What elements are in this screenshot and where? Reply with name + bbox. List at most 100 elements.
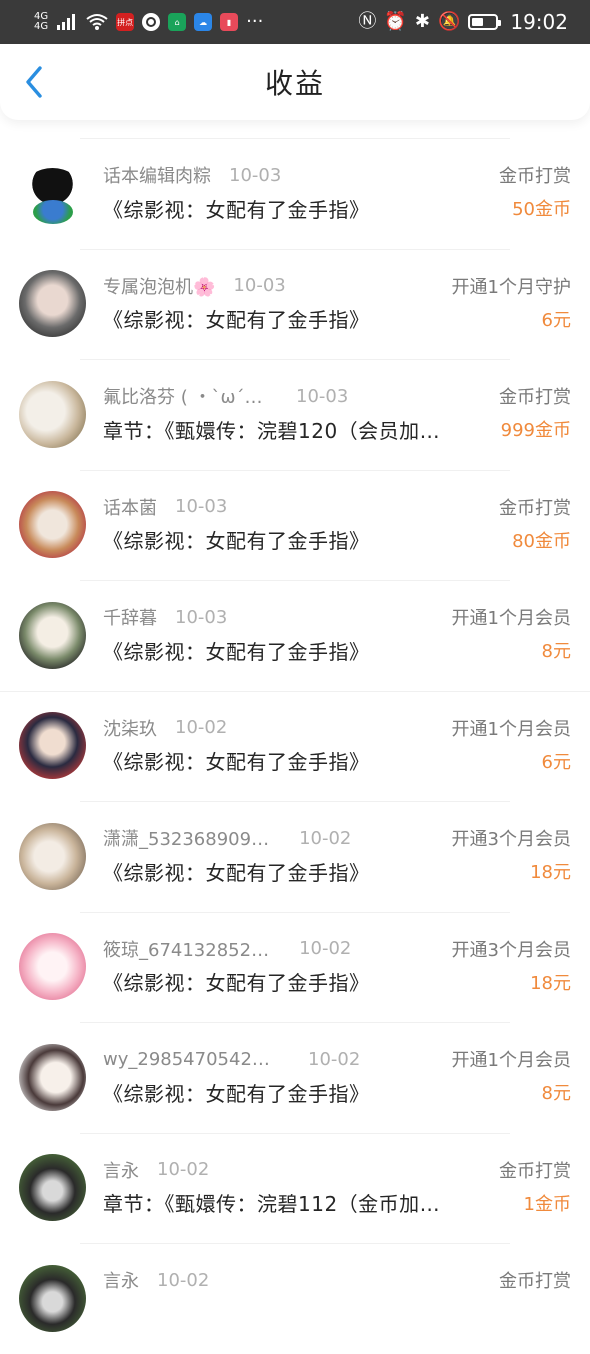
page-title: 收益 (264, 67, 325, 100)
book-title: 章节：《甄嬛传：浣碧120（会员加… (103, 418, 441, 443)
transaction-type: 金币打赏 (499, 1160, 571, 1182)
avatar[interactable] (19, 159, 86, 227)
date: 10-02 (157, 1159, 210, 1180)
avatar[interactable] (19, 822, 86, 890)
bluetooth-icon: ✱ (414, 11, 430, 32)
date: 10-02 (299, 938, 352, 959)
book-title: 《综影视：女配有了金手指》 (103, 971, 370, 995)
signal-icon (57, 14, 76, 30)
status-left: 4G 4G 拼点 ⌂ ☁ ▮ ··· (34, 12, 263, 32)
avatar[interactable] (19, 601, 86, 669)
divider (80, 359, 510, 360)
date: 10-02 (308, 1048, 361, 1070)
amount: 80金币 (512, 530, 571, 552)
list-item[interactable]: 言永 10-02 金币打赏 章节：《甄嬛传：浣碧112（金币加… 1金币 (0, 1132, 590, 1244)
avatar[interactable] (19, 380, 86, 448)
item-body: 专属泡泡机🌸 10-03 开通1个月守护 《综影视：女配有了金手指》 6元 (103, 273, 571, 339)
transaction-type: 开通1个月会员 (451, 1050, 571, 1071)
list-item[interactable]: 氟比洛芬 ( ・`ω´・)✧ 10-03 金币打赏 章节：《甄嬛传：浣碧120（会员… (0, 359, 590, 470)
item-body: 潇潇_532368909… 10-02 开通3个月会员 《综影视：女配有了金手指》 1… (103, 825, 571, 891)
app-icon (142, 13, 161, 31)
divider (80, 138, 510, 139)
app-icon: ⌂ (168, 13, 187, 31)
book-title: 《综影视：女配有了金手指》 (103, 1081, 370, 1106)
username: 氟比洛芬 ( ・`ω´・)✧ (103, 387, 278, 408)
avatar[interactable] (19, 491, 86, 559)
list-item[interactable]: wy_29854705429… 10-02 开通1个月会员 《综影视：女配有了金手指… (0, 1022, 590, 1133)
list-item[interactable]: 潇潇_532368909… 10-02 开通3个月会员 《综影视：女配有了金手指》 1… (0, 801, 590, 912)
avatar[interactable] (19, 1154, 86, 1222)
chevron-left-icon (26, 66, 42, 98)
item-body: 话本菌 10-03 金币打赏 《综影视：女配有了金手指》 80金币 (103, 494, 571, 560)
date: 10-03 (229, 164, 282, 186)
divider (80, 911, 510, 913)
username: 沈柒玖 (103, 718, 157, 740)
wifi-icon (86, 14, 108, 30)
book-title: 《综影视：女配有了金手指》 (103, 197, 370, 222)
list-item[interactable]: 沈柒玖 10-02 开通1个月会员 《综影视：女配有了金手指》 6元 (0, 690, 590, 802)
divider (80, 580, 510, 581)
list-item[interactable]: 筱琼_674132852… 10-02 开通3个月会员 《综影视：女配有了金手指》 1… (0, 911, 590, 1023)
book-title: 章节：《甄嬛传：浣碧112（金币加… (103, 1192, 441, 1216)
app-icon: 拼点 (116, 13, 135, 31)
date: 10-03 (175, 496, 228, 517)
back-button[interactable] (14, 62, 54, 102)
battery-icon (468, 14, 502, 30)
transaction-type: 金币打赏 (499, 387, 571, 408)
mute-icon: 🔕 (437, 11, 461, 32)
status-right: Ⓝ ⏰ ✱ 🔕 19:02 (358, 10, 568, 34)
item-body: wy_29854705429… 10-02 开通1个月会员 《综影视：女配有了金手指… (103, 1046, 571, 1112)
transaction-type: 金币打赏 (499, 1271, 571, 1292)
date: 10-03 (233, 275, 286, 296)
avatar[interactable] (19, 1264, 86, 1332)
date: 10-03 (175, 606, 228, 628)
transaction-type: 金币打赏 (499, 497, 571, 519)
item-body: 言永 10-02 金币打赏 (103, 1267, 571, 1333)
item-body: 话本编辑肉粽 10-03 金币打赏 《综影视：女配有了金手指》 50金币 (103, 162, 571, 228)
book-title: 《综影视：女配有了金手指》 (103, 860, 370, 885)
divider (80, 1022, 510, 1023)
earnings-list: 话本编辑肉粽 10-03 金币打赏 《综影视：女配有了金手指》 50金币 专属泡泡机🌸… (0, 138, 590, 1354)
item-body: 千辞暮 10-03 开通1个月会员 《综影视：女配有了金手指》 8元 (103, 604, 571, 670)
date: 10-02 (157, 1269, 210, 1291)
transaction-type: 开通1个月守护 (451, 276, 571, 298)
amount: 18元 (530, 862, 571, 883)
transaction-type: 开通3个月会员 (451, 829, 571, 850)
amount: 18元 (530, 972, 571, 994)
amount: 6元 (541, 751, 571, 773)
more-notifications-icon: ··· (246, 11, 264, 32)
list-item[interactable]: 千辞暮 10-03 开通1个月会员 《综影视：女配有了金手指》 8元 (0, 580, 590, 691)
transaction-type: 开通3个月会员 (451, 939, 571, 961)
avatar[interactable] (19, 712, 86, 780)
item-body: 氟比洛芬 ( ・`ω´・)✧ 10-03 金币打赏 章节：《甄嬛传：浣碧120（会员… (103, 383, 571, 449)
date: 10-02 (175, 717, 228, 738)
transaction-type: 金币打赏 (499, 166, 571, 187)
date: 10-02 (299, 827, 352, 849)
amount: 50金币 (512, 199, 571, 220)
list-item[interactable]: 专属泡泡机🌸 10-03 开通1个月守护 《综影视：女配有了金手指》 6元 (0, 248, 590, 360)
username: 千辞暮 (103, 608, 157, 629)
item-body: 言永 10-02 金币打赏 章节：《甄嬛传：浣碧112（金币加… 1金币 (103, 1157, 571, 1223)
amount: 8元 (541, 641, 571, 662)
avatar[interactable] (19, 270, 86, 338)
amount: 1金币 (523, 1193, 571, 1215)
username: 言永 (103, 1271, 139, 1292)
status-bar: 4G 4G 拼点 ⌂ ☁ ▮ ··· Ⓝ ⏰ ✱ 🔕 19:02 (0, 0, 590, 44)
network-indicator: 4G 4G (34, 11, 49, 32)
nfc-icon: Ⓝ (358, 11, 377, 32)
list-item[interactable]: 话本菌 10-03 金币打赏 《综影视：女配有了金手指》 80金币 (0, 469, 590, 581)
list-item[interactable]: 言永 10-02 金币打赏 (0, 1243, 590, 1354)
transaction-type: 开通1个月会员 (451, 608, 571, 629)
book-title: 《综影视：女配有了金手指》 (103, 750, 370, 774)
username: 话本编辑肉粽 (103, 166, 211, 187)
username: 言永 (103, 1160, 139, 1182)
item-body: 沈柒玖 10-02 开通1个月会员 《综影视：女配有了金手指》 6元 (103, 715, 571, 781)
book-title: 《综影视：女配有了金手指》 (103, 308, 370, 332)
list-item[interactable]: 话本编辑肉粽 10-03 金币打赏 《综影视：女配有了金手指》 50金币 (0, 138, 590, 249)
date: 10-03 (296, 385, 349, 407)
divider (80, 1132, 510, 1134)
avatar[interactable] (19, 933, 86, 1001)
amount: 8元 (541, 1083, 571, 1104)
avatar[interactable] (19, 1043, 86, 1111)
divider (80, 248, 510, 250)
